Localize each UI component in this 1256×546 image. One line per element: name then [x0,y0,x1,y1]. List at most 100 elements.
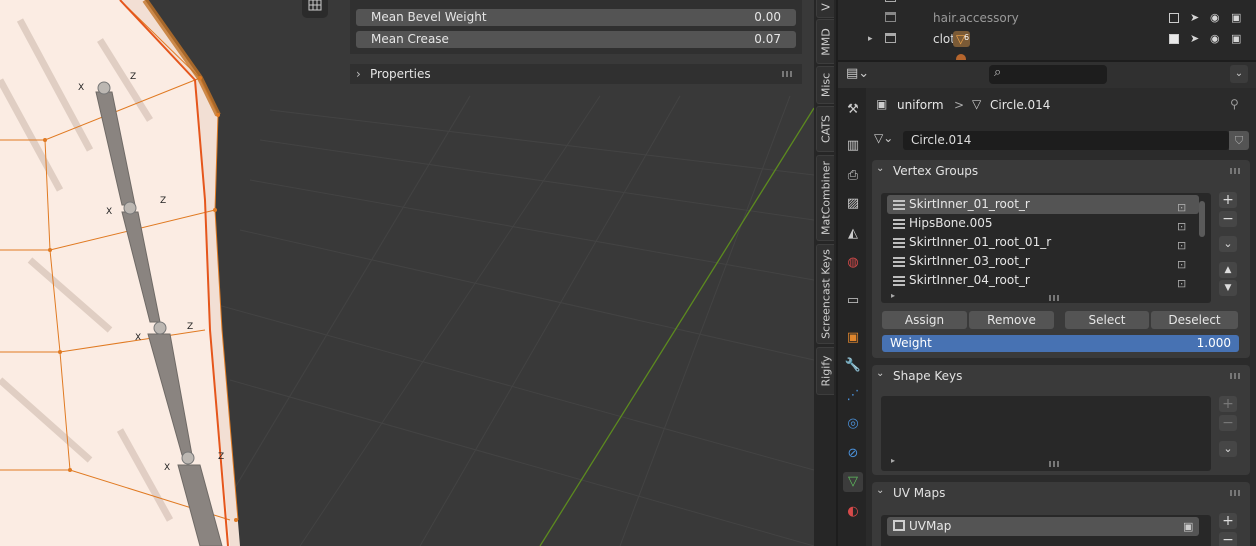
select-arrow-icon[interactable]: ➤ [1190,8,1199,28]
world-icon[interactable]: ◍ [843,253,863,273]
eye-icon[interactable]: ◉ [1210,29,1220,49]
exclude-checkbox[interactable] [1169,13,1179,23]
select-arrow-icon[interactable]: ➤ [1190,29,1199,49]
tab-view[interactable]: V [816,0,834,18]
tool-icon[interactable]: ⚒ [843,100,863,120]
tab-matcombiner[interactable]: MatCombiner [816,155,834,241]
shape-keys-title[interactable]: Shape Keys [893,365,962,387]
camera-icon[interactable]: ▣ [1231,8,1241,28]
outliner: hair.accessory ➤ ◉ ▣ ▸ cloth ▽ 6 ➤ ◉ ▣ [838,0,1256,60]
list-item[interactable]: UVMap ▣ [887,517,1199,536]
remove-uv-map-button[interactable]: − [1219,532,1237,546]
physics-icon[interactable]: ◎ [843,414,863,434]
specials-menu-button[interactable]: ⌄ [1219,236,1237,252]
mean-crease-field[interactable]: Mean Crease 0.07 [356,31,796,48]
breadcrumb-object: uniform [897,98,944,112]
move-up-button[interactable]: ▲ [1219,262,1237,278]
outliner-row-hair-accessory[interactable]: hair.accessory ➤ ◉ ▣ [838,8,1256,28]
drag-grip-icon[interactable] [1230,490,1242,496]
breadcrumb-separator: > [954,98,965,112]
vertex-group-list[interactable]: SkirtInner_01_root_r ⊡ HipsBone.005 ⊡ Sk… [881,193,1211,303]
output-icon[interactable]: ⎙ [843,166,863,186]
uv-map-list[interactable]: UVMap ▣ [881,515,1211,546]
search-input[interactable]: ⌕ [989,65,1107,84]
editor-type-icon[interactable]: ▤⌄ [846,66,876,84]
collapse-arrow-icon[interactable]: ⌄ [876,485,884,496]
properties-subpanel-header[interactable]: › Properties [350,64,802,84]
mesh-data-icon[interactable]: ▽ [843,472,863,492]
list-resize-grip-icon[interactable] [1049,295,1061,301]
shape-key-menu-button[interactable]: ⌄ [1219,441,1237,457]
add-shape-key-button[interactable]: + [1219,396,1237,412]
tab-cats[interactable]: CATS [816,106,834,152]
particles-icon[interactable]: ⋰ [843,386,863,406]
list-filter-arrow-icon[interactable]: ▸ [891,456,895,465]
3d-viewport[interactable]: X Z X Z X Z X Z Mean Bevel Weight 0.00 Mean … [0,0,814,546]
list-scrollbar[interactable] [1199,201,1205,237]
weight-label: Weight [890,336,932,350]
grid-toggle-button[interactable] [302,0,328,18]
select-button[interactable]: Select [1065,311,1149,329]
list-resize-grip-icon[interactable] [1049,461,1061,467]
drag-grip-icon[interactable] [1230,168,1242,174]
render-icon[interactable]: ▥ [843,136,863,156]
pin-icon[interactable]: ⚲ [1230,97,1239,111]
fake-user-shield-icon[interactable]: ⛉ [1229,131,1249,150]
weight-slider[interactable]: Weight 1.000 [882,335,1239,352]
modifier-wrench-icon[interactable]: 🔧 [843,356,863,376]
properties-label: Properties [370,67,431,81]
uv-maps-title[interactable]: UV Maps [893,482,945,504]
vertex-group-icon [893,275,905,286]
collapse-arrow-icon[interactable]: ⌄ [876,368,884,379]
assign-button[interactable]: Assign [882,311,967,329]
lock-icon[interactable]: ⊡ [1177,274,1186,293]
mean-bevel-weight-field[interactable]: Mean Bevel Weight 0.00 [356,9,796,26]
field-label: Mean Crease [371,32,449,46]
remove-shape-key-button[interactable]: − [1219,415,1237,431]
child-count-badge: 6 [964,33,970,42]
outliner-row-cloth[interactable]: ▸ cloth ▽ 6 ➤ ◉ ▣ [838,29,1256,49]
list-item[interactable]: SkirtInner_01_root_01_r ⊡ [887,233,1199,252]
drag-grip-icon[interactable] [1230,373,1242,379]
list-filter-arrow-icon[interactable]: ▸ [891,291,895,300]
camera-icon[interactable]: ▣ [1183,517,1193,536]
tab-screencast-keys[interactable]: Screencast Keys [816,244,834,344]
list-item[interactable]: HipsBone.005 ⊡ [887,214,1199,233]
list-item[interactable]: SkirtInner_01_root_r ⊡ [887,195,1199,214]
constraints-icon[interactable]: ⊘ [843,444,863,464]
vertex-groups-title[interactable]: Vertex Groups [893,160,978,182]
expand-arrow-icon[interactable]: ▸ [868,29,873,49]
move-down-button[interactable]: ▼ [1219,280,1237,296]
view-layer-icon[interactable]: ▨ [843,194,863,214]
drag-grip-icon[interactable] [782,71,794,77]
add-uv-map-button[interactable]: + [1219,513,1237,529]
collapse-arrow-icon[interactable]: ⌄ [876,163,884,174]
add-vertex-group-button[interactable]: + [1219,192,1237,208]
exclude-checkbox[interactable] [1169,34,1179,44]
deselect-button[interactable]: Deselect [1151,311,1238,329]
camera-icon[interactable]: ▣ [1231,29,1241,49]
mesh-name-field[interactable]: Circle.014 [903,131,1229,150]
options-dropdown-icon[interactable]: ⌄ [1230,65,1248,83]
svg-text:Z: Z [130,72,136,82]
tab-rigify[interactable]: Rigify [816,347,834,395]
tab-mmd[interactable]: MMD [816,19,834,64]
object-icon: ▣ [876,97,888,111]
list-item[interactable]: SkirtInner_04_root_r ⊡ [887,271,1199,290]
eye-icon[interactable]: ◉ [1210,8,1220,28]
mesh-icon: ▽ [972,97,982,111]
material-icon[interactable]: ◐ [843,502,863,522]
shape-key-list[interactable]: ▸ [881,396,1211,471]
vertex-group-icon [893,256,905,267]
remove-button[interactable]: Remove [969,311,1054,329]
remove-vertex-group-button[interactable]: − [1219,211,1237,227]
tab-misc[interactable]: Misc [816,66,834,104]
mesh-data-icon[interactable]: ▽ 6 [953,31,970,47]
mesh-browse-button[interactable]: ▽⌄ [874,131,902,149]
object-icon[interactable]: ▣ [843,328,863,348]
scene-icon[interactable]: ◭ [843,224,863,244]
list-item[interactable]: SkirtInner_03_root_r ⊡ [887,252,1199,271]
collection-icon[interactable]: ▭ [843,291,863,311]
field-value: 0.07 [754,32,781,46]
vertex-group-icon [893,218,905,229]
